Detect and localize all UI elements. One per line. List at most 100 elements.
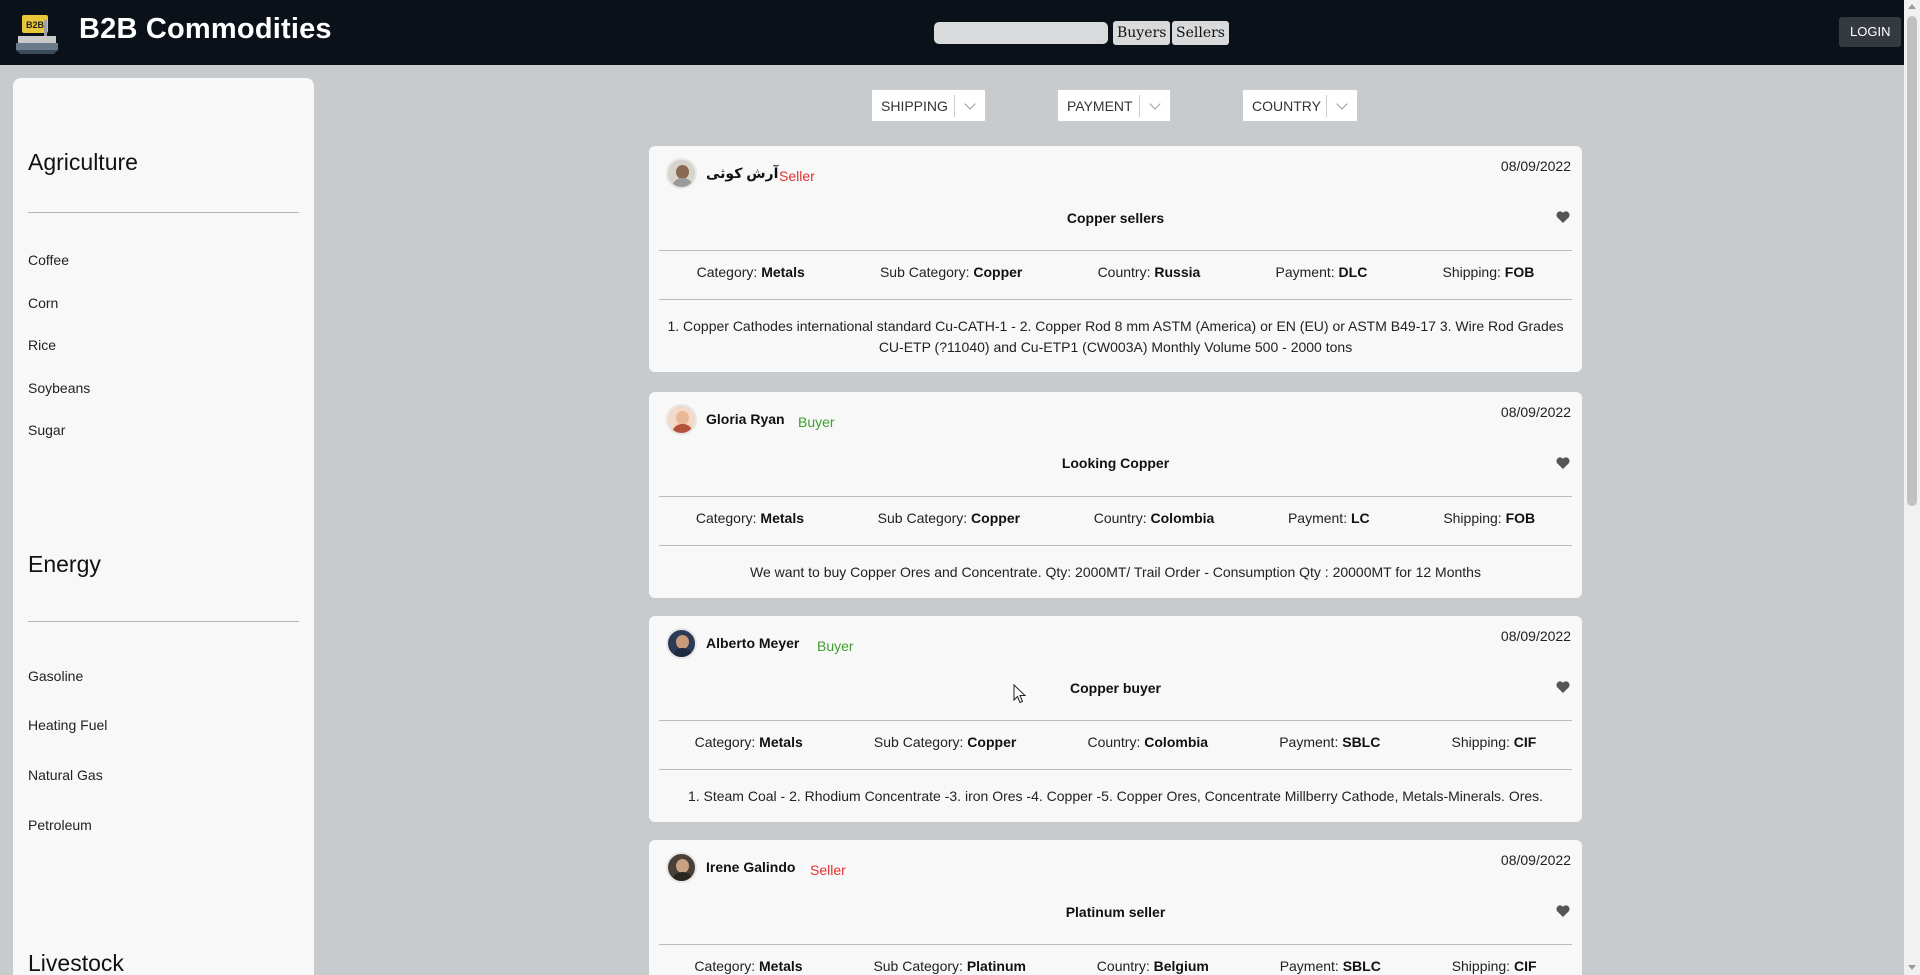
category-sidebar: Agriculture Coffee Corn Rice Soybeans Su…: [13, 78, 314, 975]
divider: [1139, 95, 1140, 117]
sidebar-item-natural-gas[interactable]: Natural Gas: [28, 767, 103, 783]
sidebar-item-soybeans[interactable]: Soybeans: [28, 380, 90, 396]
post-card[interactable]: Irene Galindo Seller 08/09/2022 Platinum…: [649, 840, 1582, 975]
shipping-filter[interactable]: SHIPPING: [871, 89, 986, 122]
mouse-cursor-icon: [1013, 684, 1027, 704]
sellers-button[interactable]: Sellers: [1172, 21, 1229, 45]
divider: [659, 496, 1572, 497]
category-heading-energy[interactable]: Energy: [28, 551, 101, 578]
heart-icon[interactable]: [1556, 681, 1570, 693]
attr-payment: Payment: SBLC: [1279, 734, 1381, 750]
search-input[interactable]: [934, 22, 1108, 44]
attr-payment: Payment: SBLC: [1279, 958, 1381, 974]
attr-payment: Payment: DLC: [1275, 264, 1368, 280]
post-author[interactable]: آرش کوثی: [706, 165, 778, 182]
attr-payment: Payment: LC: [1287, 510, 1370, 526]
login-button[interactable]: LOGIN: [1839, 17, 1902, 47]
post-title[interactable]: Platinum seller: [649, 904, 1582, 920]
divider: [659, 944, 1572, 945]
category-heading-agriculture[interactable]: Agriculture: [28, 149, 138, 176]
divider: [954, 95, 955, 117]
post-title[interactable]: Copper buyer: [649, 680, 1582, 696]
avatar[interactable]: [666, 158, 697, 189]
post-attributes: Category: Metals Sub Category: Platinum …: [659, 958, 1572, 974]
attr-sub-category: Sub Category: Copper: [877, 510, 1021, 526]
avatar[interactable]: [666, 852, 697, 883]
chevron-down-icon: [964, 98, 976, 110]
attr-sub-category: Sub Category: Copper: [879, 264, 1023, 280]
post-author[interactable]: Gloria Ryan: [706, 411, 785, 427]
post-description: 1. Copper Cathodes international standar…: [667, 318, 1564, 355]
sidebar-item-corn[interactable]: Corn: [28, 295, 58, 311]
shipping-filter-label: SHIPPING: [881, 98, 948, 114]
divider: [659, 769, 1572, 770]
divider: [28, 621, 299, 622]
country-filter[interactable]: COUNTRY: [1242, 89, 1358, 122]
role-badge: Buyer: [817, 638, 854, 654]
page-scrollbar[interactable]: [1904, 0, 1920, 975]
post-attributes: Category: Metals Sub Category: Copper Co…: [659, 510, 1572, 526]
top-navbar: B2B B2B Commodities Buyers Sellers LOGIN: [0, 0, 1904, 65]
logo-icon[interactable]: B2B: [14, 12, 60, 54]
divider: [1326, 95, 1327, 117]
attr-shipping: Shipping: CIF: [1451, 958, 1537, 974]
divider: [28, 212, 299, 213]
post-author[interactable]: Alberto Meyer: [706, 635, 799, 651]
post-description: We want to buy Copper Ores and Concentra…: [750, 564, 1481, 580]
post-author[interactable]: Irene Galindo: [706, 859, 795, 875]
scroll-down-icon[interactable]: [1908, 965, 1916, 970]
divider: [659, 250, 1572, 251]
sidebar-item-coffee[interactable]: Coffee: [28, 252, 69, 268]
attr-category: Category: Metals: [694, 958, 803, 974]
attr-sub-category: Sub Category: Platinum: [873, 958, 1026, 974]
role-badge: Seller: [810, 862, 846, 878]
attr-country: Country: Colombia: [1093, 510, 1215, 526]
heart-icon[interactable]: [1556, 905, 1570, 917]
attr-shipping: Shipping: CIF: [1451, 734, 1537, 750]
role-badge: Seller: [779, 168, 815, 184]
avatar[interactable]: [666, 628, 697, 659]
avatar[interactable]: [666, 404, 697, 435]
post-title[interactable]: Looking Copper: [649, 455, 1582, 471]
scrollbar-thumb[interactable]: [1907, 16, 1917, 506]
sidebar-item-gasoline[interactable]: Gasoline: [28, 668, 83, 684]
post-card[interactable]: Gloria Ryan Buyer 08/09/2022 Looking Cop…: [649, 392, 1582, 598]
post-description: 1. Steam Coal - 2. Rhodium Concentrate -…: [687, 788, 1544, 804]
divider: [659, 299, 1572, 300]
chevron-down-icon: [1149, 98, 1161, 110]
divider: [659, 720, 1572, 721]
payment-filter-label: PAYMENT: [1067, 98, 1133, 114]
attr-category: Category: Metals: [695, 510, 804, 526]
attr-country: Country: Russia: [1097, 264, 1201, 280]
attr-country: Country: Belgium: [1096, 958, 1209, 974]
sidebar-item-petroleum[interactable]: Petroleum: [28, 817, 92, 833]
chevron-down-icon: [1336, 98, 1348, 110]
logo-text: B2B: [26, 20, 45, 30]
sidebar-item-rice[interactable]: Rice: [28, 337, 56, 353]
post-card[interactable]: آرش کوثی Seller 08/09/2022 Copper seller…: [649, 146, 1582, 372]
sidebar-item-heating-fuel[interactable]: Heating Fuel: [28, 717, 107, 733]
attr-shipping: Shipping: FOB: [1443, 510, 1536, 526]
payment-filter[interactable]: PAYMENT: [1057, 89, 1171, 122]
post-date: 08/09/2022: [1500, 628, 1571, 644]
attr-category: Category: Metals: [694, 734, 803, 750]
post-card[interactable]: Alberto Meyer Buyer 08/09/2022 Copper bu…: [649, 616, 1582, 822]
post-attributes: Category: Metals Sub Category: Copper Co…: [659, 734, 1572, 750]
attr-country: Country: Colombia: [1087, 734, 1209, 750]
attr-category: Category: Metals: [696, 264, 805, 280]
post-attributes: Category: Metals Sub Category: Copper Co…: [659, 264, 1572, 280]
brand-title[interactable]: B2B Commodities: [79, 13, 332, 46]
buyers-button[interactable]: Buyers: [1113, 21, 1171, 45]
divider: [659, 545, 1572, 546]
post-title[interactable]: Copper sellers: [649, 210, 1582, 226]
post-date: 08/09/2022: [1500, 852, 1571, 868]
post-date: 08/09/2022: [1500, 158, 1571, 174]
sidebar-item-sugar[interactable]: Sugar: [28, 422, 65, 438]
post-date: 08/09/2022: [1500, 404, 1571, 420]
country-filter-label: COUNTRY: [1252, 98, 1321, 114]
attr-sub-category: Sub Category: Copper: [873, 734, 1017, 750]
scroll-up-icon[interactable]: [1908, 4, 1916, 9]
heart-icon[interactable]: [1556, 457, 1570, 469]
category-heading-livestock[interactable]: Livestock: [28, 950, 124, 975]
heart-icon[interactable]: [1556, 211, 1570, 223]
